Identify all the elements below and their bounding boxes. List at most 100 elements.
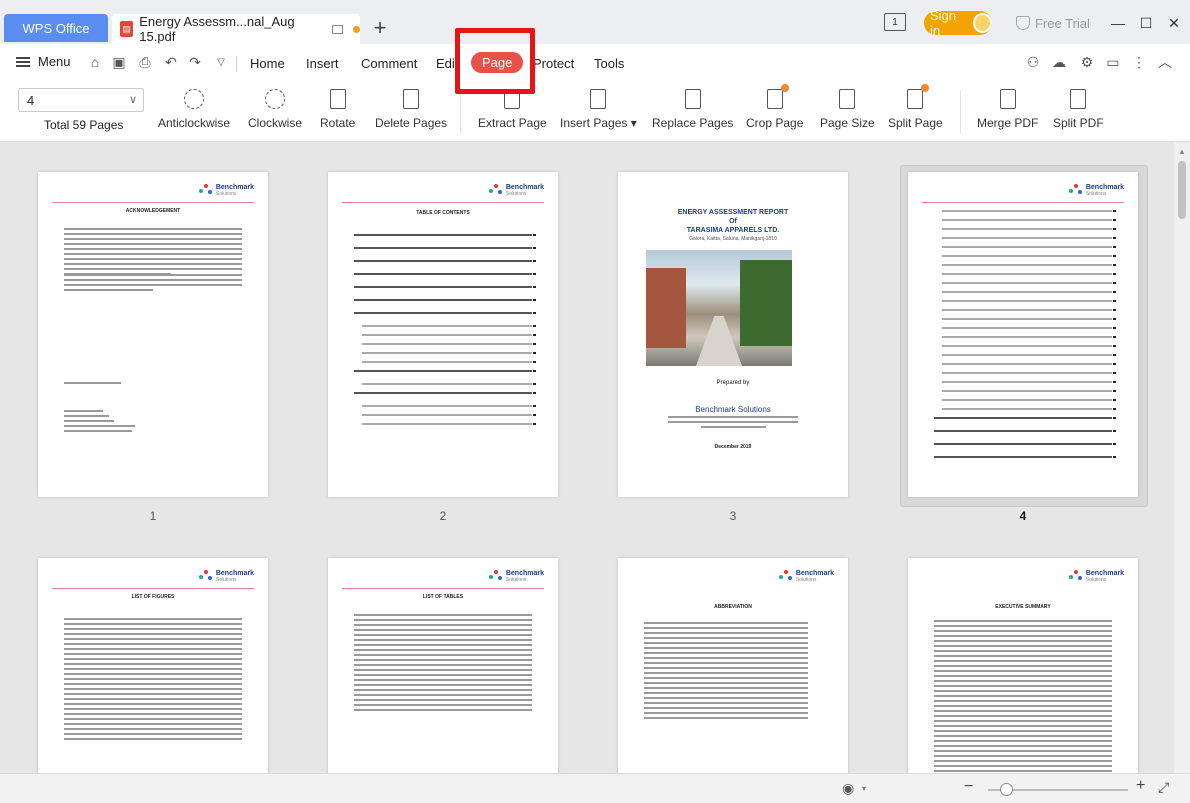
benchmark-logo: Benchmark Solutions (778, 570, 834, 584)
rotate-button[interactable]: Rotate (320, 86, 355, 130)
share-user-icon[interactable]: ⚇ (1024, 54, 1042, 70)
page-thumbnail-1[interactable]: Benchmark Solutions ACKNOWLEDGEMENT (38, 172, 268, 497)
zoom-in-icon[interactable]: + (1136, 777, 1145, 795)
tab-edit[interactable]: Edit (436, 56, 458, 71)
minimize-icon[interactable]: — (1104, 10, 1132, 36)
comment-icon[interactable]: ▭ (1104, 54, 1122, 70)
cover-title-line2: Of (729, 218, 737, 225)
scroll-thumb[interactable] (1178, 161, 1186, 219)
page-heading: LIST OF FIGURES (131, 594, 175, 600)
unsaved-dot-icon (353, 25, 360, 33)
cloud-upload-icon[interactable]: ☁ (1050, 54, 1068, 70)
page-size-icon (835, 86, 859, 112)
tab-comment[interactable]: Comment (361, 56, 417, 71)
save-icon[interactable]: ▣ (110, 54, 128, 70)
undo-icon[interactable]: ↶ (162, 54, 180, 70)
anticlockwise-button[interactable]: Anticlockwise (158, 86, 230, 130)
delete-pages-button[interactable]: Delete Pages (375, 86, 447, 130)
free-trial-label: Free Trial (1035, 15, 1090, 31)
page-number-label: 2 (439, 509, 447, 523)
split-pdf-icon (1066, 86, 1090, 112)
benchmark-logo: Benchmark Solutions (1068, 570, 1124, 584)
cover-date: December 2019 (714, 444, 752, 450)
redo-icon[interactable]: ↷ (186, 54, 204, 70)
customize-dropdown-icon[interactable]: ▽ (212, 54, 230, 70)
rotate-right-icon (263, 86, 287, 112)
page-thumbnail-7[interactable]: Benchmark Solutions ABBREVIATION (618, 558, 848, 773)
collapse-ribbon-icon[interactable]: ︿ (1156, 54, 1174, 70)
document-tab[interactable]: ▤ Energy Assessm...nal_Aug 15.pdf (112, 14, 360, 44)
crop-page-label: Crop Page (746, 116, 804, 130)
insert-pages-label: Insert Pages ▾ (560, 116, 637, 130)
menu-bar: Menu ⌂ ▣ ⎙ ↶ ↷ ▽ Home Insert Comment Edi… (0, 44, 1190, 82)
zoom-out-icon[interactable]: − (964, 778, 973, 796)
page-thumbnail-6[interactable]: Benchmark Solutions LIST OF TABLES (328, 558, 558, 773)
divider (236, 56, 237, 72)
crop-page-button[interactable]: Crop Page (746, 84, 804, 130)
window-count-icon[interactable]: 1 (884, 13, 906, 31)
divider (460, 90, 461, 134)
page-size-label: Page Size (820, 116, 875, 130)
menu-button[interactable]: Menu (16, 54, 71, 69)
tab-insert[interactable]: Insert (306, 56, 339, 71)
page-thumbnails-area[interactable]: Benchmark Solutions ACKNOWLEDGEMENT 1 Ben… (0, 143, 1174, 773)
extract-page-button[interactable]: Extract Page (478, 86, 547, 130)
eye-protection-icon[interactable]: ◉ (842, 780, 854, 797)
page-thumbnail-8[interactable]: Benchmark Solutions EXECUTIVE SUMMARY (908, 558, 1138, 773)
anticlockwise-label: Anticlockwise (158, 116, 231, 130)
extract-page-label: Extract Page (478, 116, 547, 130)
delete-pages-label: Delete Pages (375, 116, 448, 130)
tab-home[interactable]: Home (250, 56, 285, 71)
split-page-button[interactable]: Split Page (888, 84, 943, 130)
new-tab-plus-icon[interactable]: + (370, 14, 390, 42)
close-icon[interactable]: ✕ (1160, 10, 1188, 36)
merge-pdf-button[interactable]: Merge PDF (977, 86, 1038, 130)
split-page-icon (903, 84, 930, 112)
page-thumbnail-4[interactable]: Benchmark Solutions (908, 172, 1138, 497)
benchmark-logo: Benchmark Solutions (1068, 184, 1124, 198)
insert-pages-button[interactable]: Insert Pages ▾ (560, 86, 637, 130)
monitor-icon[interactable] (331, 24, 344, 34)
split-pdf-button[interactable]: Split PDF (1053, 86, 1104, 130)
vertical-scrollbar[interactable]: ▲ (1174, 143, 1190, 773)
replace-pages-button[interactable]: Replace Pages (652, 86, 733, 130)
page-number-select[interactable]: 4 ∨ (18, 88, 144, 112)
page-thumbnail-2[interactable]: Benchmark Solutions TABLE OF CONTENTS (328, 172, 558, 497)
sign-in-button[interactable]: Sign in (924, 8, 992, 38)
tab-page[interactable]: Page (471, 52, 524, 73)
page-number-label: 1 (149, 509, 157, 523)
hamburger-icon (16, 56, 30, 67)
page-heading: ABBREVIATION (714, 604, 752, 610)
page-thumbnail-5[interactable]: Benchmark Solutions LIST OF FIGURES (38, 558, 268, 773)
factory-photo (646, 250, 792, 366)
fullscreen-icon[interactable]: ⤢ (1158, 779, 1169, 796)
page-toolbar: 4 ∨ Total 59 Pages Anticlockwise Clockwi… (0, 82, 1190, 142)
title-bar: WPS Office ▤ Energy Assessm...nal_Aug 15… (0, 0, 1190, 44)
print-icon[interactable]: ⎙ (136, 54, 154, 70)
scroll-up-icon[interactable]: ▲ (1178, 147, 1186, 156)
tab-tools[interactable]: Tools (594, 56, 624, 71)
cover-title-line3: TARASIMA APPARELS LTD. (686, 227, 780, 234)
merge-pdf-icon (996, 86, 1020, 112)
clockwise-button[interactable]: Clockwise (248, 86, 302, 130)
benchmark-logo: Benchmark Solutions (198, 570, 254, 584)
page-heading: TABLE OF CONTENTS (416, 210, 470, 216)
page-size-button[interactable]: Page Size (820, 86, 875, 130)
benchmark-logo: Benchmark Solutions (488, 570, 544, 584)
page-heading: LIST OF TABLES (422, 594, 464, 600)
wps-office-tab[interactable]: WPS Office (4, 14, 108, 42)
open-folder-icon[interactable]: ⌂ (86, 54, 104, 70)
insert-page-icon (586, 86, 610, 112)
chevron-down-icon[interactable]: ▾ (862, 784, 866, 793)
free-trial-button[interactable]: Free Trial (1016, 10, 1090, 36)
zoom-slider-handle[interactable] (1000, 783, 1013, 796)
delete-page-icon (399, 86, 423, 112)
gear-icon[interactable]: ⚙ (1078, 54, 1096, 70)
page-thumbnail-3[interactable]: ENERGY ASSESSMENT REPORT Of TARASIMA APP… (618, 172, 848, 497)
pdf-file-icon: ▤ (120, 21, 134, 37)
avatar (973, 13, 992, 33)
cover-title-line1: ENERGY ASSESSMENT REPORT (677, 209, 789, 216)
more-icon[interactable]: ⋮ (1130, 54, 1148, 70)
maximize-icon[interactable]: ☐ (1132, 10, 1160, 36)
tab-protect[interactable]: Protect (533, 56, 574, 71)
